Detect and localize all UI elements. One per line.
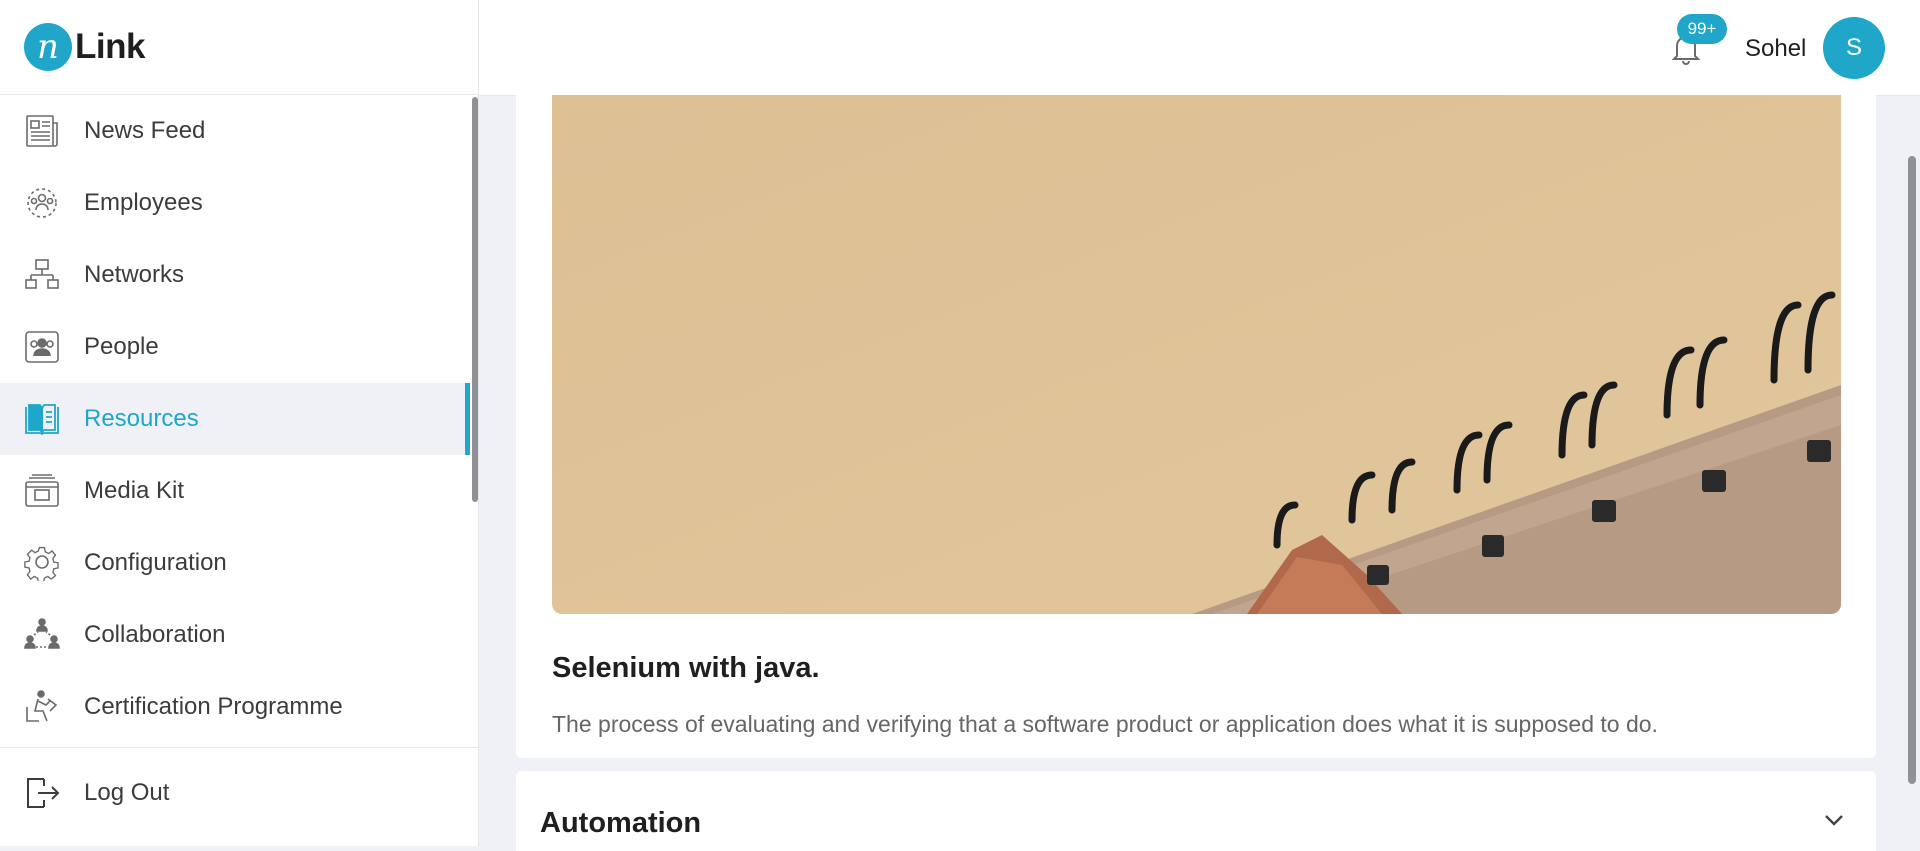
sidebar-scrollbar[interactable] xyxy=(472,97,478,502)
collaboration-icon xyxy=(24,617,60,653)
sidebar-item-resources[interactable]: Resources xyxy=(0,383,470,455)
resource-description: The process of evaluating and verifying … xyxy=(552,711,1658,737)
sidebar-item-label: Collaboration xyxy=(84,621,226,648)
newspaper-icon xyxy=(24,113,60,149)
sidebar-item-label: News Feed xyxy=(84,117,206,144)
app-logo[interactable]: n Link xyxy=(0,0,478,95)
sidebar-item-label: Resources xyxy=(84,405,199,432)
sidebar-item-configuration[interactable]: Configuration xyxy=(0,527,470,599)
sidebar-item-people[interactable]: People xyxy=(0,311,470,383)
logo-mark: n xyxy=(24,23,72,71)
chevron-down-icon[interactable] xyxy=(1824,813,1844,827)
sidebar-item-media-kit[interactable]: Media Kit xyxy=(0,455,470,527)
logo-text: Link xyxy=(75,27,145,66)
logout-label: Log Out xyxy=(84,779,170,806)
sidebar-item-label: Networks xyxy=(84,261,185,288)
sidebar-item-label: Employees xyxy=(84,189,203,216)
reading-person-icon xyxy=(24,689,60,725)
sidebar-item-label: Certification Programme xyxy=(84,693,343,720)
user-name[interactable]: Sohel xyxy=(1745,35,1806,63)
book-icon xyxy=(24,401,60,437)
sidebar-item-label: Media Kit xyxy=(84,477,185,504)
resource-cover-image xyxy=(552,95,1841,614)
notification-count-badge[interactable]: 99+ xyxy=(1677,14,1727,44)
sidebar: n Link News Feed Employees Networks Peop… xyxy=(0,0,479,846)
logout-icon xyxy=(24,775,60,811)
avatar[interactable]: S xyxy=(1823,17,1885,79)
media-kit-icon xyxy=(24,473,60,509)
employees-group-icon xyxy=(24,185,60,221)
logout-button[interactable]: Log Out xyxy=(0,747,478,846)
sidebar-item-collaboration[interactable]: Collaboration xyxy=(0,599,470,671)
main-scrollbar[interactable] xyxy=(1908,156,1916,784)
people-icon xyxy=(24,329,60,365)
sidebar-nav: News Feed Employees Networks People Reso… xyxy=(0,95,470,747)
accordion-title[interactable]: Automation xyxy=(540,807,701,840)
sidebar-item-label: People xyxy=(84,333,159,360)
network-icon xyxy=(24,257,60,293)
sidebar-item-employees[interactable]: Employees xyxy=(0,167,470,239)
sidebar-item-certification-programme[interactable]: Certification Programme xyxy=(0,671,470,743)
resource-title[interactable]: Selenium with java. xyxy=(552,652,820,685)
sidebar-item-label: Configuration xyxy=(84,549,227,576)
sidebar-item-news-feed[interactable]: News Feed xyxy=(0,95,470,167)
sidebar-item-networks[interactable]: Networks xyxy=(0,239,470,311)
gear-icon xyxy=(24,545,60,581)
automation-accordion[interactable] xyxy=(516,771,1876,851)
